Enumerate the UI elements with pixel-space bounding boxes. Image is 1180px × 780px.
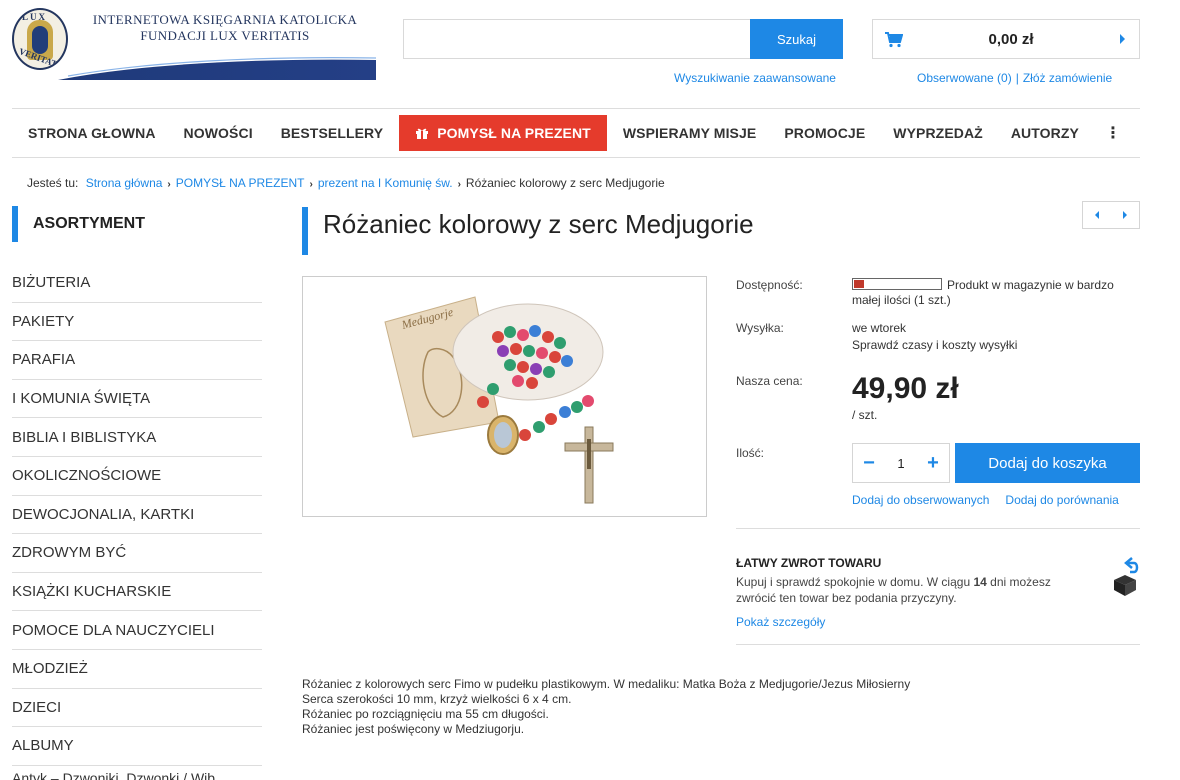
- sidebar-item-antiques[interactable]: Antyk – Dzwoniki, Dzwonki / Wib...: [12, 770, 227, 780]
- store-logo[interactable]: LUX VERITATIS INTERNETOWA KSIĘGARNIA KAT…: [12, 8, 377, 82]
- sidebar-categories: BIŻUTERIA PAKIETY PARAFIA I KOMUNIA ŚWIĘ…: [12, 264, 262, 766]
- product-price: 49,90 zł: [852, 372, 959, 405]
- sidebar-item-teaching-aids[interactable]: POMOCE DLA NAUCZYCIELI: [12, 611, 262, 650]
- more-menu-icon[interactable]: ⋮: [1093, 123, 1133, 143]
- logo-swoosh: [58, 57, 376, 80]
- quantity-label: Ilość:: [736, 446, 765, 460]
- sidebar-item-bible[interactable]: BIBLIA I BIBLISTYKA: [12, 418, 262, 457]
- breadcrumb: Jesteś tu: Strona główna › POMYSŁ NA PREZE…: [27, 176, 665, 190]
- crucifix: [564, 426, 614, 504]
- shipping-label: Wysyłka:: [736, 321, 784, 335]
- availability-fill: [854, 280, 864, 288]
- breadcrumb-gift-idea[interactable]: POMYSŁ NA PREZENT: [176, 176, 305, 190]
- logo-title: INTERNETOWA KSIĘGARNIA KATOLICKA FUNDACJ…: [92, 12, 358, 43]
- sidebar-item-children[interactable]: DZIECI: [12, 689, 262, 728]
- shipping-value: we wtorek: [852, 321, 907, 335]
- rosary-photo: Medugorje: [384, 296, 614, 504]
- next-product-button[interactable]: [1111, 202, 1139, 228]
- nav-item-sale[interactable]: WYPRZEDAŻ: [879, 115, 997, 151]
- nav-item-gift-idea[interactable]: POMYSŁ NA PREZENT: [399, 115, 607, 151]
- main-nav: STRONA GŁOWNA NOWOŚCI BESTSELLERY POMYSŁ…: [12, 108, 1140, 158]
- search-input[interactable]: [404, 20, 750, 58]
- sidebar-item-youth[interactable]: MŁODZIEŻ: [12, 650, 262, 689]
- quantity-increase-button[interactable]: +: [917, 444, 949, 482]
- sidebar-item-cookbooks[interactable]: KSIĄŻKI KUCHARSKIE: [12, 573, 262, 612]
- add-to-cart-button[interactable]: Dodaj do koszyka: [955, 443, 1140, 483]
- chevron-right-icon: [1123, 211, 1127, 219]
- nav-item-authors[interactable]: AUTORZY: [997, 115, 1093, 151]
- chevron-left-icon: [1095, 211, 1099, 219]
- sidebar-item-packages[interactable]: PAKIETY: [12, 303, 262, 342]
- easy-return-text: Kupuj i sprawdź spokojnie w domu. W ciąg…: [736, 575, 1051, 605]
- breadcrumb-home[interactable]: Strona główna: [86, 176, 163, 190]
- availability-bar: [852, 278, 942, 290]
- nav-item-promotions[interactable]: PROMOCJE: [770, 115, 879, 151]
- divider: [736, 528, 1140, 529]
- availability-value: Produkt w magazynie w bardzo małej ilośc…: [852, 278, 1114, 307]
- sidebar-item-occasional[interactable]: OKOLICZNOŚCIOWE: [12, 457, 262, 496]
- cart-total: 0,00 zł: [988, 31, 1034, 48]
- show-details-link[interactable]: Pokaż szczegóły: [736, 615, 825, 629]
- price-label: Nasza cena:: [736, 374, 803, 388]
- quantity-decrease-button[interactable]: −: [853, 444, 885, 482]
- place-order-link[interactable]: Złóż zamówienie: [1023, 71, 1112, 85]
- product-description: Różaniec z kolorowych serc Fimo w pudełk…: [302, 677, 911, 736]
- breadcrumb-prefix: Jesteś tu:: [27, 176, 79, 190]
- chevron-right-icon: [1120, 34, 1125, 44]
- price-unit: / szt.: [852, 408, 878, 422]
- nav-item-gift-label: POMYSŁ NA PREZENT: [437, 125, 591, 141]
- product-actions: Dodaj do obserwowanych Dodaj do porównani…: [852, 493, 1119, 507]
- shipping-costs-link[interactable]: Sprawdź czasy i koszty wysyłki: [852, 338, 1017, 352]
- sidebar-item-first-communion[interactable]: I KOMUNIA ŚWIĘTA: [12, 380, 262, 419]
- gift-icon: [416, 128, 429, 139]
- add-to-compare-link[interactable]: Dodaj do porównania: [1005, 493, 1118, 507]
- cart-widget[interactable]: 0,00 zł: [872, 19, 1140, 59]
- quantity-stepper: − 1 +: [852, 443, 950, 483]
- product-image[interactable]: Medugorje: [302, 276, 707, 517]
- return-box-icon: [1114, 557, 1139, 596]
- sidebar-item-albums[interactable]: ALBUMY: [12, 727, 262, 766]
- watched-link[interactable]: Obserwowane (0): [917, 71, 1012, 85]
- breadcrumb-separator: ›: [167, 179, 171, 190]
- sidebar-heading: ASORTYMENT: [12, 206, 262, 242]
- breadcrumb-separator: ›: [457, 179, 461, 190]
- add-to-watchlist-link[interactable]: Dodaj do obserwowanych: [852, 493, 989, 507]
- product-title: Różaniec kolorowy z serc Medjugorie: [323, 209, 754, 239]
- search-button[interactable]: Szukaj: [750, 19, 843, 59]
- nav-item-bestsellers[interactable]: BESTSELLERY: [267, 115, 397, 151]
- availability-label: Dostępność:: [736, 278, 803, 292]
- sidebar-item-devotionals[interactable]: DEWOCJONALIA, KARTKI: [12, 496, 262, 535]
- search-bar: Szukaj: [403, 19, 843, 59]
- nav-item-home[interactable]: STRONA GŁOWNA: [12, 115, 170, 151]
- product-pager: [1082, 201, 1140, 229]
- header-links: Obserwowane (0) | Złóż zamówienie: [917, 71, 1112, 85]
- sidebar-item-parish[interactable]: PARAFIA: [12, 341, 262, 380]
- divider: [736, 644, 1140, 645]
- breadcrumb-separator: ›: [309, 179, 313, 190]
- sidebar-item-jewelry[interactable]: BIŻUTERIA: [12, 264, 262, 303]
- previous-product-button[interactable]: [1083, 202, 1111, 228]
- sidebar-item-health[interactable]: ZDROWYM BYĆ: [12, 534, 262, 573]
- nav-item-missions[interactable]: WSPIERAMY MISJE: [609, 115, 771, 151]
- easy-return-title: ŁATWY ZWROT TOWARU: [736, 556, 882, 570]
- link-separator: |: [1015, 71, 1019, 85]
- quantity-input[interactable]: 1: [885, 456, 917, 471]
- advanced-search-link[interactable]: Wyszukiwanie zaawansowane: [674, 71, 836, 85]
- nav-item-new[interactable]: NOWOŚCI: [170, 115, 267, 151]
- breadcrumb-current: Różaniec kolorowy z serc Medjugorie: [465, 176, 665, 190]
- breadcrumb-communion[interactable]: prezent na I Komunię św.: [318, 176, 453, 190]
- title-accent-bar: [302, 207, 308, 255]
